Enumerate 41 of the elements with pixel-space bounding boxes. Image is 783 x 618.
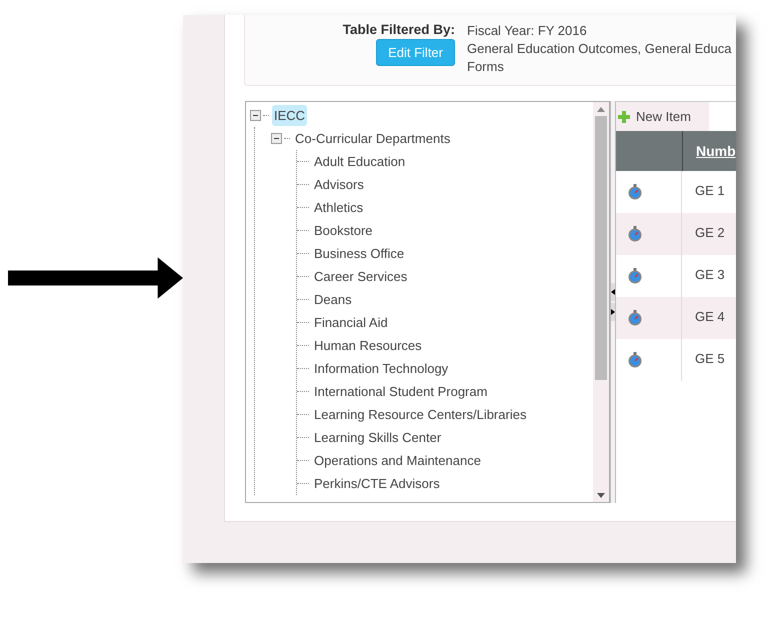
- filter-text: General Education Outcomes, General Educa: [467, 40, 732, 58]
- filter-text: Fiscal Year: FY 2016: [467, 22, 588, 40]
- table-cell-text: GE 2: [694, 224, 725, 242]
- scroll-up-icon[interactable]: [597, 106, 605, 112]
- collapse-left-button[interactable]: [611, 283, 615, 301]
- tree-item[interactable]: International Student Program: [312, 381, 490, 402]
- tree-item[interactable]: Athletics: [312, 197, 366, 218]
- collapse-icon[interactable]: [271, 133, 282, 144]
- table-cell-text: GE 1: [694, 182, 725, 200]
- table-cell-text: GE 5: [694, 350, 725, 368]
- tree-item[interactable]: Operations and Maintenance: [312, 450, 483, 471]
- stopwatch-icon[interactable]: [628, 184, 642, 200]
- stopwatch-icon[interactable]: [628, 310, 642, 326]
- tree-item[interactable]: Information Technology: [312, 358, 450, 379]
- stopwatch-icon[interactable]: [628, 268, 642, 284]
- tree-item[interactable]: Learning Skills Center: [312, 427, 444, 448]
- filter-label: Table Filtered By:: [342, 22, 455, 37]
- tree-item[interactable]: Adult Education: [312, 151, 408, 172]
- tree-item[interactable]: Perkins/CTE Advisors: [312, 473, 442, 494]
- tree-item[interactable]: Co-Curricular Departments: [293, 128, 452, 149]
- expand-right-button[interactable]: [611, 303, 615, 321]
- collapse-icon[interactable]: [250, 110, 261, 121]
- stopwatch-icon[interactable]: [628, 226, 642, 242]
- tree-item[interactable]: Business Office: [312, 243, 406, 264]
- tree-item[interactable]: Career Services: [312, 266, 410, 287]
- scroll-down-icon[interactable]: [597, 492, 605, 498]
- stopwatch-icon[interactable]: [628, 352, 642, 368]
- tree-item[interactable]: Financial Aid: [312, 312, 390, 333]
- scrollbar[interactable]: [593, 102, 609, 502]
- table-cell-text: GE 3: [694, 266, 725, 284]
- tree-item[interactable]: IECC: [272, 105, 308, 126]
- tree-item[interactable]: Advisors: [312, 174, 366, 195]
- arrow-icon: [8, 256, 183, 300]
- tree-item[interactable]: Deans: [312, 289, 354, 310]
- tree-item[interactable]: Learning Resource Centers/Libraries: [312, 404, 528, 425]
- tree-item[interactable]: Bookstore: [312, 220, 375, 241]
- filter-text: Forms: [467, 58, 505, 76]
- table-cell-text: GE 4: [694, 308, 725, 326]
- tree-item[interactable]: Human Resources: [312, 335, 424, 356]
- new-item-button[interactable]: New Item: [616, 102, 709, 131]
- plus-icon: [618, 110, 630, 122]
